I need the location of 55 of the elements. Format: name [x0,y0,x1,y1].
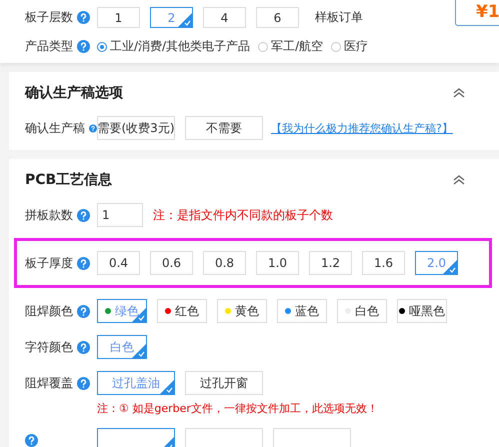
note-text: 注：是指文件内不同款的板子个数 [153,206,333,224]
option-button[interactable]: 黄色 [217,299,267,323]
field-label: 确认生产稿 [25,120,85,136]
radio-option[interactable]: 医疗 [331,38,368,55]
price-box: ¥1 [455,0,499,26]
option-button[interactable]: 需要(收费3元) [97,116,175,140]
option-button[interactable]: 蓝色 [277,299,327,323]
note-text: 注：① 如是gerber文件，一律按文件加工，此选项无效！ [97,401,379,416]
section-title: 确认生产稿选项 [25,84,123,102]
option-button[interactable]: 过孔开窗 [185,371,263,395]
check-corner-icon [160,380,174,394]
help-icon[interactable] [77,340,90,354]
help-icon[interactable] [77,256,90,270]
help-icon[interactable] [77,376,90,390]
help-icon[interactable] [77,11,90,24]
field-label: 产品类型 [25,38,73,55]
option-button[interactable]: 1.6 [362,251,405,275]
help-icon[interactable] [25,434,38,446]
radio-icon[interactable] [97,42,107,52]
radio-icon[interactable] [258,42,268,52]
option-button[interactable]: 不需要 [185,116,263,140]
option-button[interactable]: 1.2 [309,251,352,275]
option-button[interactable]: 4 [203,7,246,28]
option-button[interactable]: 白色 [337,299,387,323]
help-icon[interactable] [77,40,90,53]
radio-option[interactable]: 军工/航空 [258,38,324,55]
option-button[interactable] [97,428,175,447]
order-type: 样板订单 [315,9,363,26]
option-button[interactable]: 红色 [157,299,207,323]
help-icon[interactable] [89,122,97,134]
section-title: PCB工艺信息 [25,171,112,189]
radio-label: 医疗 [344,38,368,55]
collapse-icon[interactable] [453,88,465,98]
field-label: 阻焊覆盖 [25,374,73,392]
option-button[interactable]: 1.0 [256,251,299,275]
option-button[interactable]: 哑黑色 [397,299,447,323]
help-icon[interactable] [77,304,90,318]
radio-label: 军工/航空 [271,38,324,55]
help-icon[interactable] [77,208,90,222]
check-corner-icon [132,344,146,358]
field-label: 板子层数 [25,9,73,26]
option-button[interactable]: 0.4 [97,251,140,275]
count-field[interactable]: 1 [97,203,143,227]
option-button[interactable]: 6 [256,7,299,28]
collapse-icon[interactable] [453,175,465,185]
option-button[interactable]: 0.8 [203,251,246,275]
field-label: 板子厚度 [25,254,73,272]
option-button[interactable]: 0.6 [150,251,193,275]
check-corner-icon [178,13,192,27]
field-label: 拼板款数 [25,206,73,224]
option-button[interactable]: 1 [97,7,140,28]
field-label: 阻焊颜色 [25,302,73,320]
field-label: 字符颜色 [25,338,73,356]
recommend-link[interactable]: 【我为什么极力推荐您确认生产稿?】 [271,120,453,136]
radio-icon[interactable] [331,42,342,52]
